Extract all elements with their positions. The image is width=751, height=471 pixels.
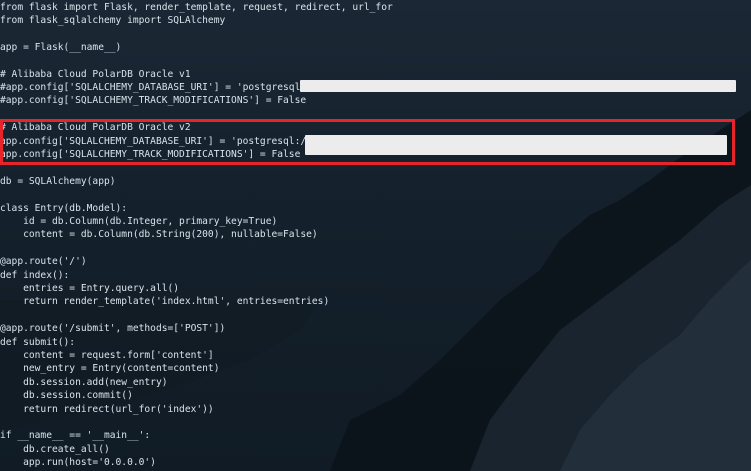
code-line: content = db.Column(db.String(200), null… [0,229,318,241]
code-line: app = Flask(__name__) [0,41,122,53]
code-line: db.create_all() [0,443,110,455]
code-line: def submit(): [0,336,76,348]
code-line: return render_template('index.html', ent… [0,296,330,308]
code-line: db.session.commit() [0,390,133,402]
code-line: new_entry = Entry(content=content) [0,363,220,375]
redacted-credentials-v1 [300,80,736,92]
code-line: # Alibaba Cloud PolarDB Oracle v1 [0,68,191,80]
code-line: #app.config['SQLALCHEMY_DATABASE_URI'] =… [0,81,318,93]
code-line: app.run(host='0.0.0.0') [0,457,156,469]
highlight-box [0,119,735,165]
code-line: entries = Entry.query.all() [0,282,180,294]
code-line: db.session.add(new_entry) [0,376,168,388]
code-line: if __name__ == '__main__': [0,430,151,442]
code-line: db = SQLAlchemy(app) [0,175,116,187]
code-line: class Entry(db.Model): [0,202,128,214]
code-line: id = db.Column(db.Integer, primary_key=T… [0,215,278,227]
code-line: content = request.form['content'] [0,349,214,361]
code-line: @app.route('/submit', methods=['POST']) [0,323,226,335]
code-line: #app.config['SQLALCHEMY_TRACK_MODIFICATI… [0,95,307,107]
code-line: from flask import Flask, render_template… [0,1,393,13]
code-line: from flask_sqlalchemy import SQLAlchemy [0,14,226,26]
code-line: def index(): [0,269,70,281]
code-line: @app.route('/') [0,256,87,268]
terminal-window[interactable]: from flask import Flask, render_template… [0,0,751,471]
code-line: return redirect(url_for('index')) [0,403,214,415]
